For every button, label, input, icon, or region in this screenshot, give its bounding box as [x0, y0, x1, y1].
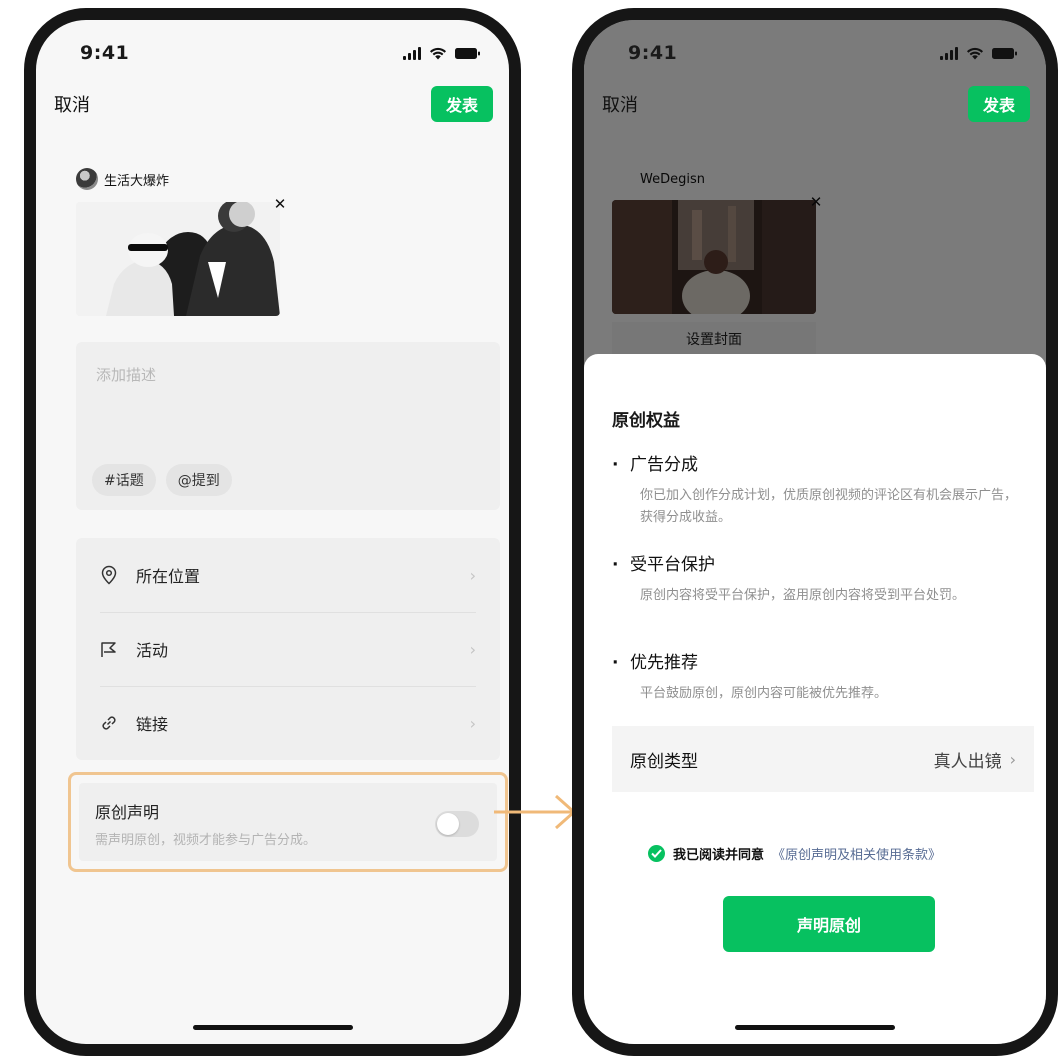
check-circle-icon[interactable]: [648, 845, 665, 862]
cancel-button[interactable]: 取消: [54, 91, 90, 117]
status-time: 9:41: [628, 42, 678, 64]
option-label: 活动: [136, 641, 169, 660]
signal-icon: [403, 46, 421, 60]
original-declaration-title: 原创声明: [95, 803, 160, 822]
option-activity[interactable]: 活动 ›: [76, 612, 500, 686]
rights-item-body: 平台鼓励原创，原创内容可能被优先推荐。: [640, 686, 888, 701]
description-area[interactable]: 添加描述 #话题 @提到: [76, 342, 500, 510]
flow-arrow-icon: [494, 794, 576, 830]
rights-item-title: 受平台保护: [612, 550, 1022, 575]
rights-item: 广告分成 你已加入创作分成计划，优质原创视频的评论区有机会展示广告，获得分成收益…: [612, 450, 1022, 529]
home-indicator: [192, 1025, 353, 1030]
original-type-value: 真人出镜: [933, 751, 1002, 772]
wifi-icon: [966, 47, 984, 60]
chevron-right-icon: ›: [469, 713, 476, 733]
phone-right: 9:41 取消 发表 WeDegisn ✕ 设置封面 原创权益 广告分成 你已加…: [572, 8, 1058, 1056]
battery-icon: [455, 47, 481, 60]
remove-video-icon[interactable]: ✕: [270, 194, 290, 214]
nav-bar: 取消 发表: [602, 86, 1030, 122]
agreement-text: 我已阅读并同意: [673, 848, 765, 863]
author-name: 生活大爆炸: [104, 173, 170, 189]
rights-item-body: 你已加入创作分成计划，优质原创视频的评论区有机会展示广告，获得分成收益。: [640, 488, 1018, 525]
topic-tag-button[interactable]: #话题: [92, 464, 156, 496]
mention-tag-button[interactable]: @提到: [165, 464, 232, 496]
agreement-row: 我已阅读并同意 《原创声明及相关使用条款》: [648, 844, 941, 863]
signal-icon: [940, 46, 958, 60]
publish-button[interactable]: 发表: [431, 86, 493, 122]
original-declaration-highlight: 原创声明 需声明原创，视频才能参与广告分成。: [68, 772, 508, 872]
sheet-title: 原创权益: [612, 411, 680, 431]
phone-left: 9:41 取消 发表 生活大爆炸 ✕ 添加描述 #话题 @提到 所在位置 › 活…: [24, 8, 521, 1056]
rights-item-body: 原创内容将受平台保护，盗用原创内容将受到平台处罚。: [640, 588, 966, 603]
video-thumbnail-image: [76, 202, 280, 316]
rights-item: 受平台保护 原创内容将受平台保护，盗用原创内容将受到平台处罚。: [612, 550, 1022, 607]
link-icon: [100, 714, 122, 732]
home-indicator: [735, 1025, 895, 1030]
status-time: 9:41: [80, 42, 130, 64]
original-type-label: 原创类型: [630, 751, 698, 772]
original-declaration-subtitle: 需声明原创，视频才能参与广告分成。: [95, 833, 317, 848]
declare-original-button[interactable]: 声明原创: [723, 896, 935, 952]
status-icons: [403, 46, 481, 60]
rights-item-title: 广告分成: [612, 450, 1022, 475]
video-thumbnail[interactable]: [76, 202, 280, 316]
status-icons: [940, 46, 1018, 60]
location-pin-icon: [100, 565, 122, 585]
option-label: 所在位置: [136, 567, 201, 586]
description-placeholder: 添加描述: [96, 366, 157, 384]
option-list: 所在位置 › 活动 › 链接 ›: [76, 538, 500, 760]
chevron-right-icon: ›: [1009, 749, 1016, 769]
nav-bar: 取消 发表: [54, 86, 493, 122]
original-type-row[interactable]: 原创类型 真人出镜 ›: [612, 726, 1034, 792]
cancel-button[interactable]: 取消: [602, 91, 638, 117]
avatar: [76, 168, 98, 190]
rights-item: 优先推荐 平台鼓励原创，原创内容可能被优先推荐。: [612, 648, 1022, 705]
rights-item-title: 优先推荐: [612, 648, 1022, 673]
chevron-right-icon: ›: [469, 639, 476, 659]
original-declaration-row[interactable]: 原创声明 需声明原创，视频才能参与广告分成。: [79, 783, 497, 861]
wifi-icon: [429, 47, 447, 60]
original-declaration-toggle[interactable]: [435, 811, 479, 837]
option-link[interactable]: 链接 ›: [76, 686, 500, 760]
status-bar: 9:41: [80, 38, 481, 68]
publish-button[interactable]: 发表: [968, 86, 1030, 122]
battery-icon: [992, 47, 1018, 60]
option-label: 链接: [136, 715, 169, 734]
original-rights-sheet: 原创权益 广告分成 你已加入创作分成计划，优质原创视频的评论区有机会展示广告，获…: [584, 354, 1046, 1044]
flag-icon: [100, 640, 122, 658]
chevron-right-icon: ›: [469, 565, 476, 585]
status-bar: 9:41: [628, 38, 1018, 68]
option-location[interactable]: 所在位置 ›: [76, 538, 500, 612]
author-row: 生活大爆炸: [76, 168, 169, 190]
tag-row: #话题 @提到: [92, 464, 232, 496]
terms-link[interactable]: 《原创声明及相关使用条款》: [772, 844, 941, 863]
